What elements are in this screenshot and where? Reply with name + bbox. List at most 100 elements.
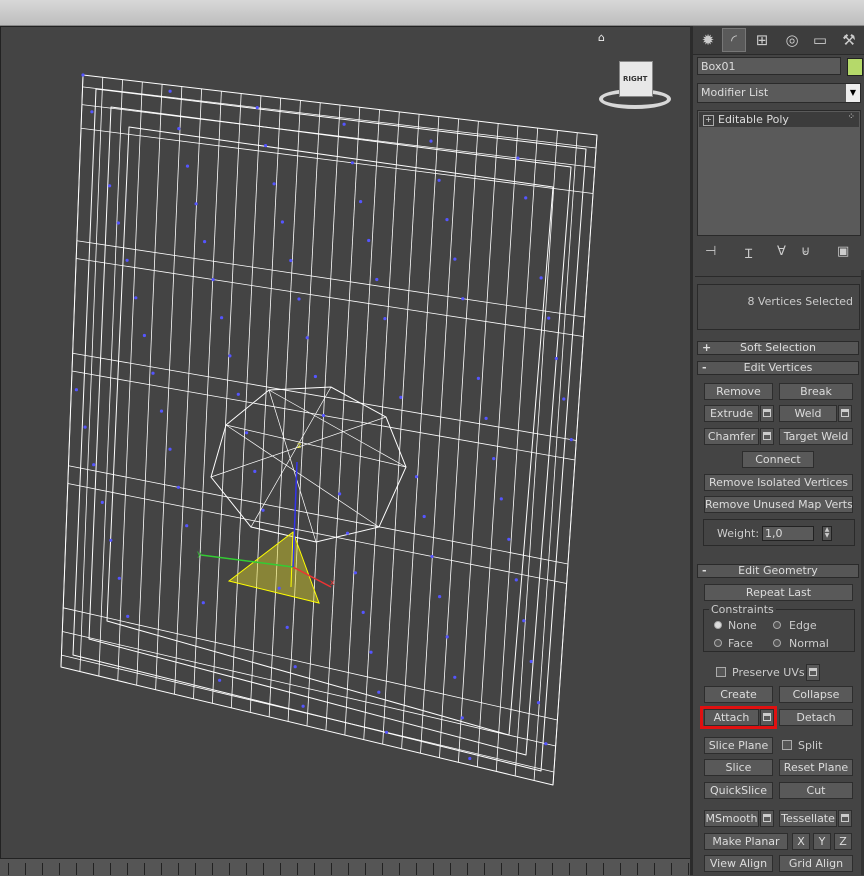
weld-button[interactable]: Weld bbox=[779, 405, 837, 422]
expand-plus-icon[interactable]: + bbox=[703, 114, 714, 126]
vertex-dot bbox=[125, 258, 129, 262]
divider bbox=[695, 276, 862, 277]
msmooth-button[interactable]: MSmooth bbox=[704, 810, 759, 827]
vertex-dot bbox=[261, 508, 265, 512]
wire-outline bbox=[106, 126, 554, 736]
constraint-face-radio[interactable] bbox=[714, 639, 722, 647]
perspective-viewport[interactable]: ⌂ RIGHT x y z bbox=[0, 26, 692, 859]
rollout-title: Soft Selection bbox=[740, 341, 816, 354]
gizmo-y-label: y bbox=[197, 549, 202, 558]
display-icon: ▭ bbox=[812, 31, 828, 49]
configure-sets-icon[interactable]: ▣ bbox=[837, 244, 849, 259]
time-ruler[interactable] bbox=[0, 858, 690, 876]
hierarchy-tab[interactable]: ⊞ bbox=[750, 28, 774, 52]
vertex-dot bbox=[438, 595, 442, 599]
bend-curve-icon: ◜ bbox=[731, 31, 737, 49]
create-button[interactable]: Create bbox=[704, 686, 773, 703]
object-color-swatch[interactable] bbox=[847, 58, 863, 76]
utilities-tab[interactable]: ⚒ bbox=[837, 28, 861, 52]
motion-tab[interactable]: ◎ bbox=[780, 28, 804, 52]
vertex-dot bbox=[142, 333, 146, 338]
vertex-dot bbox=[203, 240, 207, 244]
home-icon[interactable]: ⌂ bbox=[598, 31, 605, 44]
cut-button[interactable]: Cut bbox=[779, 782, 853, 799]
soft-selection-rollout[interactable]: + Soft Selection bbox=[697, 341, 859, 355]
vertex-dot bbox=[461, 297, 465, 301]
break-button[interactable]: Break bbox=[779, 383, 853, 400]
vertex-dot bbox=[430, 554, 434, 559]
vertex-dot bbox=[516, 156, 520, 160]
constraint-none-radio[interactable] bbox=[714, 621, 722, 629]
rollout-title: Edit Vertices bbox=[743, 361, 813, 374]
viewcube[interactable]: RIGHT bbox=[599, 61, 671, 111]
view-align-button[interactable]: View Align bbox=[704, 855, 773, 872]
make-planar-button[interactable]: Make Planar bbox=[704, 833, 788, 850]
object-name-field[interactable]: Box01 bbox=[697, 57, 841, 75]
tessellate-settings-icon[interactable] bbox=[838, 810, 852, 827]
weight-spinner[interactable]: 1,0 bbox=[762, 526, 814, 541]
vertex-dot bbox=[277, 586, 281, 590]
extrude-button[interactable]: Extrude bbox=[704, 405, 759, 422]
chamfer-button[interactable]: Chamfer bbox=[704, 428, 759, 445]
constraint-edge-radio[interactable] bbox=[773, 621, 781, 629]
detach-button[interactable]: Detach bbox=[779, 709, 853, 726]
preserve-uvs-checkbox[interactable] bbox=[716, 667, 726, 677]
vertex-dot bbox=[350, 161, 354, 165]
split-checkbox[interactable] bbox=[782, 740, 792, 750]
modifier-list-dropdown[interactable]: Modifier List ▼ bbox=[697, 83, 861, 103]
extrude-settings-icon[interactable] bbox=[760, 405, 774, 422]
vertex-dot bbox=[285, 625, 289, 630]
constraint-normal-radio[interactable] bbox=[773, 639, 781, 647]
display-tab[interactable]: ▭ bbox=[808, 28, 832, 52]
vertex-dot bbox=[236, 392, 240, 396]
preserve-uvs-settings-icon[interactable] bbox=[806, 664, 820, 681]
create-tab[interactable]: ✹ bbox=[696, 28, 720, 52]
vertex-dot bbox=[245, 431, 249, 435]
repeat-last-button[interactable]: Repeat Last bbox=[704, 584, 853, 601]
reset-plane-button[interactable]: Reset Plane bbox=[779, 759, 853, 776]
quickslice-button[interactable]: QuickSlice bbox=[704, 782, 773, 799]
vertex-dot bbox=[536, 701, 541, 705]
vertex-dot bbox=[384, 730, 389, 734]
modify-tab[interactable]: ◜ bbox=[722, 28, 746, 52]
vertex-dot bbox=[399, 395, 403, 399]
vertex-dot bbox=[109, 538, 113, 542]
tessellate-button[interactable]: Tessellate bbox=[779, 810, 837, 827]
weld-settings-icon[interactable] bbox=[838, 405, 852, 422]
msmooth-settings-icon[interactable] bbox=[760, 810, 774, 827]
remove-isolated-vertices-button[interactable]: Remove Isolated Vertices bbox=[704, 474, 853, 491]
axis-y-button[interactable]: Y bbox=[813, 833, 831, 850]
grid-align-button[interactable]: Grid Align bbox=[779, 855, 853, 872]
chevron-down-icon[interactable]: ▼ bbox=[846, 84, 860, 102]
remove-button[interactable]: Remove bbox=[704, 383, 773, 400]
target-weld-button[interactable]: Target Weld bbox=[779, 428, 853, 445]
axis-x-button[interactable]: X bbox=[792, 833, 810, 850]
slice-plane-button[interactable]: Slice Plane bbox=[704, 737, 773, 754]
gizmo-x-label: x bbox=[330, 578, 335, 587]
vertex-dot bbox=[264, 144, 268, 148]
remove-modifier-icon[interactable]: ⊌ bbox=[801, 244, 811, 259]
vertex-dot bbox=[168, 89, 172, 93]
stack-item-editable-poly[interactable]: + Editable Poly ⁘ bbox=[699, 112, 859, 127]
show-end-result-icon[interactable]: Ɪ bbox=[745, 244, 752, 262]
modifier-stack[interactable]: + Editable Poly ⁘ bbox=[697, 110, 861, 236]
vertex-dot bbox=[289, 258, 293, 263]
chamfer-settings-icon[interactable] bbox=[760, 428, 774, 445]
collapse-button[interactable]: Collapse bbox=[779, 686, 853, 703]
spinner-arrows-icon[interactable]: ▲ ▼ bbox=[822, 526, 832, 541]
slice-button[interactable]: Slice bbox=[704, 759, 773, 776]
edit-geometry-rollout[interactable]: - Edit Geometry bbox=[697, 564, 859, 578]
axis-z-button[interactable]: Z bbox=[834, 833, 852, 850]
remove-unused-map-verts-button[interactable]: Remove Unused Map Verts bbox=[704, 496, 853, 513]
edit-vertices-rollout[interactable]: - Edit Vertices bbox=[697, 361, 859, 375]
rollout-toggle: + bbox=[702, 341, 712, 354]
vertex-dot bbox=[429, 139, 433, 143]
vertex-dot bbox=[201, 601, 205, 605]
pin-stack-icon[interactable]: ⊣ bbox=[705, 244, 716, 259]
vertex-dot bbox=[313, 374, 317, 379]
preserve-uvs-label: Preserve UVs bbox=[732, 666, 805, 679]
vertex-dot bbox=[445, 218, 449, 222]
connect-button[interactable]: Connect bbox=[742, 451, 814, 468]
make-unique-icon[interactable]: ∀ bbox=[777, 244, 786, 259]
vertex-dot bbox=[177, 127, 181, 131]
